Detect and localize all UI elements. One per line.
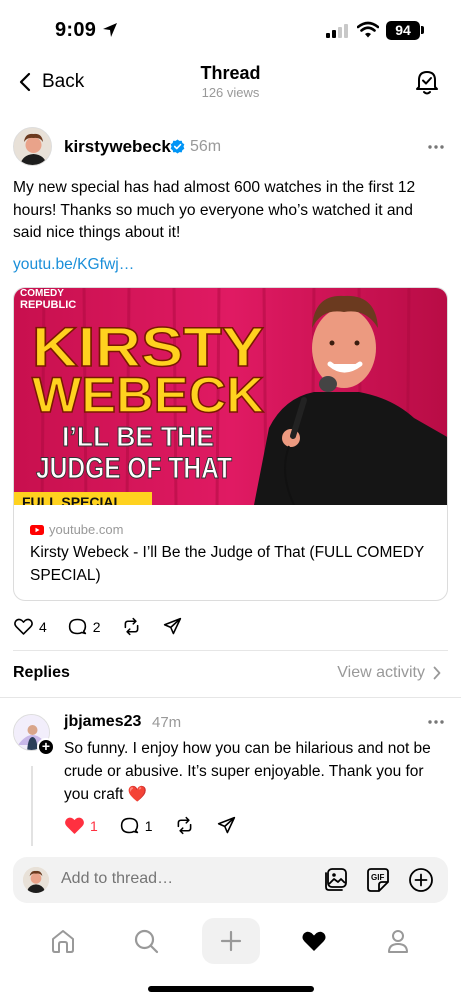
like-count: 4 xyxy=(39,618,47,635)
plus-circle-icon[interactable] xyxy=(408,867,434,893)
reply-actions: 1 1 xyxy=(64,815,237,836)
search-icon xyxy=(134,929,159,954)
follow-button[interactable]: + xyxy=(37,738,55,756)
thumb-headline2: WEBECK xyxy=(32,367,264,423)
heart-icon xyxy=(14,618,33,635)
thumb-subtitle1: I’LL BE THE xyxy=(62,421,214,452)
post-actions: 4 2 xyxy=(13,616,183,637)
reply-timestamp: 47m xyxy=(152,714,182,731)
gif-label: GIF xyxy=(371,873,384,882)
tab-activity[interactable] xyxy=(286,919,342,963)
image-icon[interactable] xyxy=(322,867,348,893)
post-author[interactable]: kirstywebeck xyxy=(64,137,171,157)
post-timestamp: 56m xyxy=(190,138,222,155)
home-icon xyxy=(52,930,74,953)
link-preview-card[interactable]: COMEDY REPUBLIC KIRSTY WEBECK I’LL BE TH… xyxy=(13,287,448,601)
location-arrow-icon xyxy=(103,23,117,37)
author-avatar[interactable] xyxy=(13,127,52,166)
person-icon xyxy=(388,930,408,953)
divider xyxy=(0,697,461,698)
like-button[interactable]: 4 xyxy=(13,616,47,637)
page-title: Thread xyxy=(200,63,261,83)
replies-heading: Replies xyxy=(13,664,70,681)
tab-search[interactable] xyxy=(118,919,174,963)
card-site: youtube.com xyxy=(49,522,124,537)
verified-icon xyxy=(170,139,185,154)
tab-create[interactable] xyxy=(202,918,260,964)
more-icon[interactable] xyxy=(428,144,444,150)
comment-button[interactable]: 2 xyxy=(67,616,101,637)
reply-body: So funny. I enjoy how you can be hilario… xyxy=(64,740,431,803)
comment-icon xyxy=(68,618,86,635)
reply-like-button[interactable]: 1 xyxy=(64,815,98,836)
repost-button[interactable] xyxy=(121,616,142,637)
reply-comment-button[interactable]: 1 xyxy=(119,815,153,836)
card-title: Kirsty Webeck - I’ll Be the Judge of Tha… xyxy=(30,544,424,584)
repost-icon xyxy=(124,617,139,636)
reply-reply-count: 1 xyxy=(144,817,153,834)
plus-icon xyxy=(220,930,242,952)
view-activity-label: View activity xyxy=(337,664,425,681)
thumb-subtitle2: JUDGE OF THAT xyxy=(36,452,232,485)
view-activity-link[interactable]: View activity xyxy=(337,664,441,682)
avatar-photo xyxy=(23,867,49,893)
thread-composer[interactable]: GIF xyxy=(13,857,448,903)
more-icon[interactable] xyxy=(428,719,444,725)
battery-tip xyxy=(421,26,424,34)
post-link[interactable]: youtu.be/KGfwj… xyxy=(13,256,134,274)
heart-filled-icon xyxy=(302,931,326,951)
reply-repost-button[interactable] xyxy=(174,815,195,836)
bell-check-icon[interactable] xyxy=(414,68,440,96)
video-thumbnail: COMEDY REPUBLIC KIRSTY WEBECK I’LL BE TH… xyxy=(14,288,447,505)
share-icon xyxy=(163,617,181,635)
reply-like-count: 1 xyxy=(90,817,98,834)
reply-share-button[interactable] xyxy=(216,815,237,836)
signal-icon xyxy=(326,24,348,38)
chevron-right-icon xyxy=(433,666,441,680)
post-body: My new special has had almost 600 watche… xyxy=(13,179,416,241)
thumb-banner: FULL SPECIAL xyxy=(22,494,123,505)
youtube-icon xyxy=(30,524,44,535)
thumb-badge-line2: REPUBLIC xyxy=(20,299,76,311)
thumb-badge-line1: COMEDY xyxy=(20,288,64,299)
heart-filled-icon xyxy=(65,817,84,834)
reply-count: 2 xyxy=(92,618,101,635)
share-button[interactable] xyxy=(162,616,183,637)
battery-indicator: 94 xyxy=(386,21,420,40)
view-count: 126 views xyxy=(201,85,260,100)
avatar-photo xyxy=(14,128,51,165)
gif-icon[interactable]: GIF xyxy=(365,867,391,893)
composer-avatar xyxy=(23,867,49,893)
divider xyxy=(13,650,448,651)
status-bar: 9:09 94 xyxy=(0,0,461,60)
add-to-thread-input[interactable] xyxy=(61,870,261,888)
repost-icon xyxy=(177,816,192,835)
tab-profile[interactable] xyxy=(370,919,426,963)
share-icon xyxy=(217,816,235,834)
tab-home[interactable] xyxy=(35,919,91,963)
wifi-icon xyxy=(357,21,379,38)
status-time: 9:09 xyxy=(55,19,97,41)
home-indicator xyxy=(148,986,314,992)
thread-line xyxy=(31,766,33,846)
card-source: youtube.com xyxy=(30,522,123,537)
comment-icon xyxy=(120,817,138,834)
reply-author[interactable]: jbjames23 xyxy=(64,713,141,731)
